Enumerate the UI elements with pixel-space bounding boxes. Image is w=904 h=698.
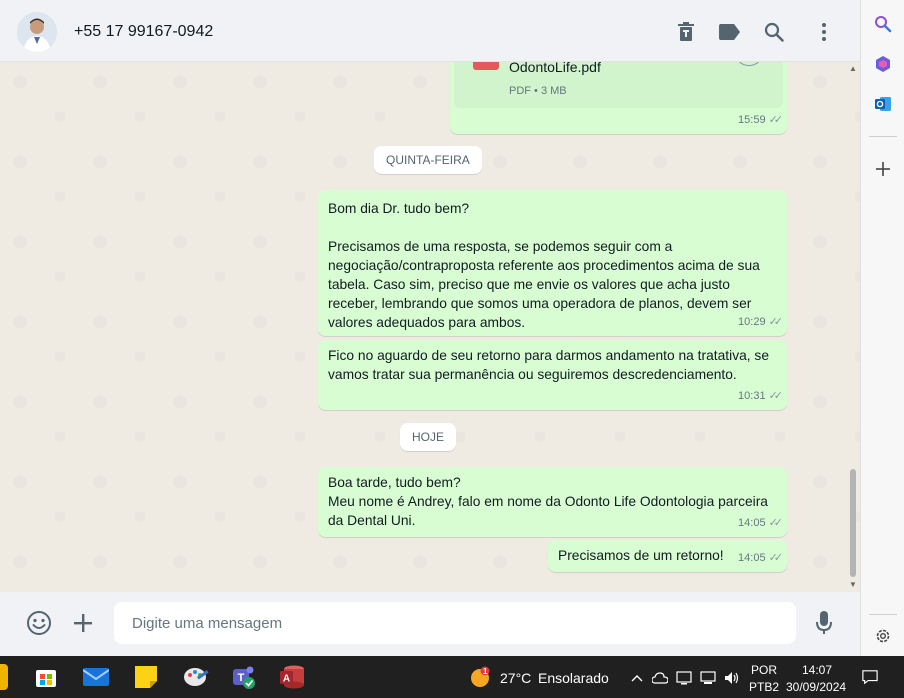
- message-meta: 10:31 ✓✓: [738, 387, 784, 406]
- double-check-icon: ✓✓: [768, 316, 784, 328]
- message-time: 15:59: [738, 114, 766, 126]
- trash-icon[interactable]: [673, 19, 699, 45]
- plus-icon[interactable]: [69, 609, 97, 637]
- date-divider: QUINTA-FEIRA: [374, 146, 482, 174]
- message-text: Boa tarde, tudo bem? Meu nome é Andrey, …: [328, 475, 768, 528]
- message-time: 10:29: [738, 316, 766, 328]
- sidebar-divider: [869, 136, 897, 137]
- double-check-icon: ✓✓: [768, 552, 784, 564]
- language-indicator[interactable]: POR: [751, 663, 777, 677]
- clock-date[interactable]: 30/09/2024: [786, 680, 846, 694]
- avatar-image: [17, 12, 57, 52]
- scroll-down-arrow[interactable]: ▼: [849, 580, 857, 589]
- mic-icon[interactable]: [810, 609, 838, 637]
- svg-text:A: A: [283, 674, 290, 685]
- sticky-notes-icon[interactable]: [133, 664, 159, 690]
- mail-icon[interactable]: [83, 664, 109, 690]
- message-text: Fico no aguardo de seu retorno para darm…: [328, 348, 773, 382]
- double-check-icon: ✓✓: [768, 517, 784, 529]
- composer-bar: [0, 592, 860, 656]
- message-time: 14:05: [738, 552, 766, 564]
- outgoing-message[interactable]: Boa tarde, tudo bem? Meu nome é Andrey, …: [318, 467, 787, 537]
- attachment-message[interactable]: OdontoLife.pdf PDF • 3 MB 15:59 ✓✓: [450, 62, 787, 134]
- download-icon[interactable]: [734, 62, 764, 66]
- search-icon[interactable]: [761, 19, 787, 45]
- windows-taskbar: T A 1 27°C Ensolarado POR PTB2 14:07 30/…: [0, 656, 904, 698]
- browser-sidebar: [860, 0, 904, 656]
- message-meta: 15:59 ✓✓: [738, 111, 784, 130]
- weather-desc[interactable]: Ensolarado: [538, 670, 609, 686]
- file-explorer-icon[interactable]: [0, 664, 8, 690]
- cloud-icon[interactable]: [652, 670, 668, 686]
- contact-name[interactable]: +55 17 99167-0942: [74, 23, 213, 41]
- chevron-up-icon[interactable]: [629, 670, 645, 686]
- add-icon[interactable]: [871, 157, 895, 181]
- teams-icon[interactable]: T: [231, 664, 257, 690]
- outgoing-message[interactable]: Fico no aguardo de seu retorno para darm…: [318, 340, 787, 410]
- outgoing-message[interactable]: Precisamos de um retorno! 14:05 ✓✓: [548, 540, 787, 572]
- double-check-icon: ✓✓: [768, 390, 784, 402]
- weather-sun-icon[interactable]: [469, 666, 491, 688]
- clock-time[interactable]: 14:07: [802, 663, 832, 677]
- whatsapp-window: +55 17 99167-0942 OdontoLife.pdf PDF • 3…: [0, 0, 860, 656]
- contact-avatar[interactable]: [17, 12, 57, 52]
- volume-icon[interactable]: [724, 670, 740, 686]
- network-icon[interactable]: [700, 670, 716, 686]
- outlook-icon[interactable]: [871, 92, 895, 116]
- paint-icon[interactable]: [183, 664, 209, 690]
- message-meta: 10:29 ✓✓: [738, 313, 784, 332]
- weather-temp[interactable]: 27°C: [500, 670, 531, 686]
- access-icon[interactable]: A: [279, 664, 305, 690]
- notification-icon[interactable]: [862, 669, 878, 685]
- attachment-filename: OdontoLife.pdf: [509, 62, 601, 75]
- emoji-icon[interactable]: [25, 609, 53, 637]
- keyboard-layout[interactable]: PTB2: [749, 680, 779, 694]
- message-meta: 14:05 ✓✓: [738, 549, 784, 568]
- message-list[interactable]: OdontoLife.pdf PDF • 3 MB 15:59 ✓✓ QUINT…: [0, 62, 860, 592]
- display-icon[interactable]: [676, 670, 692, 686]
- message-time: 14:05: [738, 517, 766, 529]
- double-check-icon: ✓✓: [768, 114, 784, 126]
- date-divider: HOJE: [400, 423, 457, 451]
- chat-header: +55 17 99167-0942: [0, 0, 860, 62]
- scrollbar-thumb[interactable]: [850, 469, 856, 577]
- message-time: 10:31: [738, 390, 766, 402]
- attachment-details: PDF • 3 MB: [509, 85, 567, 97]
- copilot-icon[interactable]: [871, 52, 895, 76]
- sidebar-divider: [869, 614, 897, 615]
- store-icon[interactable]: [33, 664, 59, 690]
- message-input[interactable]: [114, 602, 796, 644]
- label-icon[interactable]: [717, 19, 743, 45]
- more-vertical-icon[interactable]: [811, 19, 837, 45]
- message-text: Bom dia Dr. tudo bem? Precisamos de uma …: [328, 201, 760, 330]
- scroll-up-arrow[interactable]: ▲: [849, 64, 857, 73]
- weather-badge: 1: [483, 667, 488, 676]
- search-icon[interactable]: [871, 12, 895, 36]
- message-meta: 14:05 ✓✓: [738, 514, 784, 533]
- outgoing-message[interactable]: Bom dia Dr. tudo bem? Precisamos de uma …: [318, 190, 787, 336]
- pdf-icon: [473, 62, 499, 70]
- attachment-card[interactable]: OdontoLife.pdf PDF • 3 MB: [454, 62, 783, 108]
- settings-icon[interactable]: [871, 624, 895, 648]
